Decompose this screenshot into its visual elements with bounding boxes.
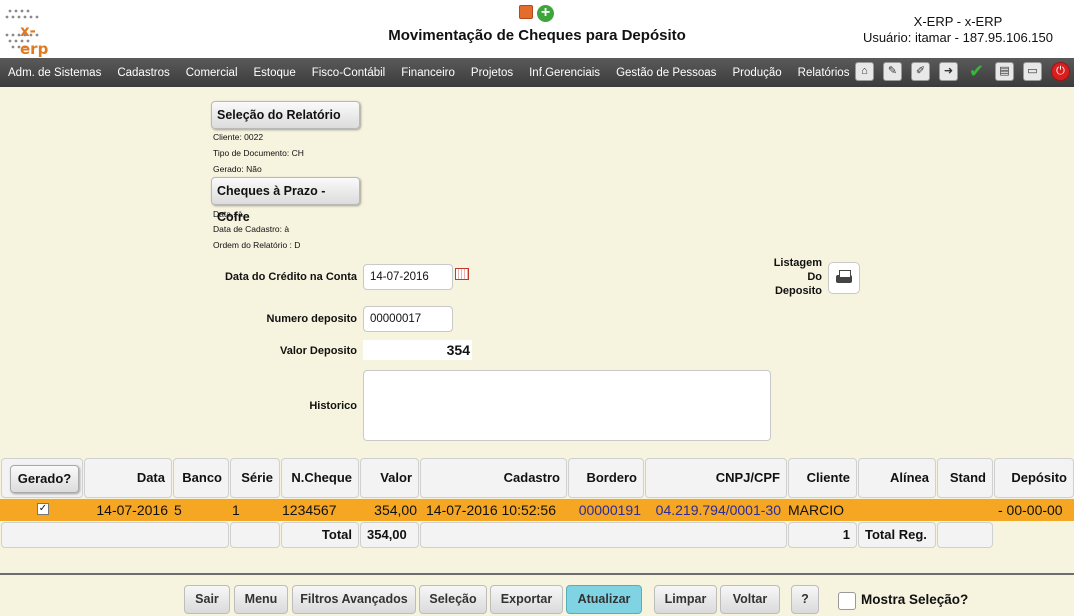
menu-comercial[interactable]: Comercial xyxy=(178,67,246,79)
filter-cliente: Cliente: 0022 xyxy=(213,132,264,142)
add-icon[interactable]: + xyxy=(537,5,554,22)
valor-deposito-value: 354 xyxy=(363,340,472,360)
cell-banco: 5 xyxy=(174,502,182,518)
calendar-icon[interactable] xyxy=(455,268,469,280)
col-cliente[interactable]: Cliente xyxy=(788,458,857,498)
filter-data: Data : à xyxy=(213,209,243,219)
menu-projetos[interactable]: Projetos xyxy=(463,67,521,79)
totals-label: Total xyxy=(281,522,359,548)
listagem-line2: Do xyxy=(807,271,822,283)
menu-icons: ⌂ ✎ ✐ ➜ ✔ ▤ ▭ ⏻ xyxy=(855,62,1070,81)
totals-blank-4 xyxy=(937,522,993,548)
col-gerado: Gerado? xyxy=(1,458,83,498)
user-info: X-ERP - x-ERP Usuário: itamar - 187.95.1… xyxy=(863,14,1053,46)
col-data[interactable]: Data xyxy=(84,458,172,498)
header: x-erp + Movimentação de Cheques para Dep… xyxy=(0,0,1074,58)
col-deposito[interactable]: Depósito xyxy=(994,458,1074,498)
data-credito-input[interactable]: 14-07-2016 xyxy=(363,264,453,290)
row-checkbox[interactable]: ✓ xyxy=(37,503,49,515)
col-banco[interactable]: Banco xyxy=(173,458,229,498)
home-icon[interactable]: ⌂ xyxy=(855,62,874,81)
cell-cnpj: 04.219.794/0001-30 xyxy=(655,502,781,518)
filter-ordem: Ordem do Relatório : D xyxy=(213,240,301,250)
listagem-deposito-label: Listagem Do Deposito xyxy=(770,256,822,298)
user-name: Usuário: itamar - 187.95.106.150 xyxy=(862,30,1053,45)
export-icon[interactable]: ➜ xyxy=(939,62,958,81)
cheques-prazo-button[interactable]: Cheques à Prazo - Cofre xyxy=(211,177,360,224)
selecao-button[interactable]: Seleção xyxy=(419,585,487,614)
historico-textarea[interactable] xyxy=(363,370,771,441)
help-button[interactable]: ? xyxy=(791,585,819,614)
document-icon[interactable]: ▤ xyxy=(995,62,1014,81)
print-deposito-button[interactable] xyxy=(828,262,860,294)
cell-cadastro: 14-07-2016 10:52:56 xyxy=(426,502,556,518)
cell-data: 14-07-2016 xyxy=(96,502,168,518)
filter-data-cadastro: Data de Cadastro: à xyxy=(213,224,290,234)
top-icons: + xyxy=(519,5,554,22)
totals-blank-3 xyxy=(420,522,787,548)
filter-gerado: Gerado: Não xyxy=(213,164,262,174)
print-icon[interactable]: ▭ xyxy=(1023,62,1042,81)
edit-doc-icon[interactable]: ✐ xyxy=(911,62,930,81)
menu-relatorios[interactable]: Relatórios xyxy=(790,67,858,79)
mostra-selecao-label: Mostra Seleção? xyxy=(861,592,969,607)
col-valor[interactable]: Valor xyxy=(360,458,419,498)
listagem-line3: Deposito xyxy=(774,285,822,297)
totals-reg-label: Total Reg. xyxy=(858,522,936,548)
col-ncheque[interactable]: N.Cheque xyxy=(281,458,359,498)
menu-fisco-contabil[interactable]: Fisco-Contábil xyxy=(304,67,394,79)
cell-bordero[interactable]: 00000191 xyxy=(568,499,645,521)
totals-blank xyxy=(1,522,229,548)
historico-label: Historico xyxy=(309,400,357,412)
menu-adm-sistemas[interactable]: Adm. de Sistemas xyxy=(0,67,109,79)
numero-deposito-input[interactable]: 00000017 xyxy=(363,306,453,332)
numero-deposito-label: Numero deposito xyxy=(266,313,357,325)
menu-producao[interactable]: Produção xyxy=(724,67,789,79)
pdf-icon[interactable] xyxy=(519,5,533,19)
cell-deposito: - 00-00-00 xyxy=(998,502,1063,518)
mostra-selecao-checkbox[interactable] xyxy=(838,592,856,610)
totals-valor: 354,00 xyxy=(360,522,419,548)
edit-icon[interactable]: ✎ xyxy=(883,62,902,81)
check-icon[interactable]: ✔ xyxy=(967,62,986,81)
system-name: X-ERP - x-ERP xyxy=(913,14,1003,29)
gerado-button[interactable]: Gerado? xyxy=(10,465,79,493)
listagem-line1: Listagem xyxy=(773,257,822,269)
table-row[interactable]: ✓ 14-07-2016 5 1 1234567 354,00 14-07-20… xyxy=(0,499,1074,521)
voltar-button[interactable]: Voltar xyxy=(720,585,780,614)
col-stand[interactable]: Stand xyxy=(937,458,993,498)
footer-divider xyxy=(0,573,1074,575)
totals-blank-2 xyxy=(230,522,280,548)
totals-count: 1 xyxy=(788,522,857,548)
atualizar-button[interactable]: Atualizar xyxy=(566,585,642,614)
col-alinea[interactable]: Alínea xyxy=(858,458,936,498)
menu-estoque[interactable]: Estoque xyxy=(246,67,304,79)
selecao-relatorio-button[interactable]: Seleção do Relatório xyxy=(211,101,360,129)
cell-alinea xyxy=(858,499,936,521)
table-header: Gerado? Data Banco Série N.Cheque Valor … xyxy=(0,458,1074,498)
cell-valor: 354,00 xyxy=(374,502,417,518)
col-bordero[interactable]: Bordero xyxy=(568,458,644,498)
cell-stand xyxy=(937,499,993,521)
exportar-button[interactable]: Exportar xyxy=(490,585,563,614)
cell-cliente: MARCIO xyxy=(788,502,844,518)
menu-cadastros[interactable]: Cadastros xyxy=(109,67,177,79)
menu-inf-gerenciais[interactable]: Inf.Gerenciais xyxy=(521,67,608,79)
cell-ncheque: 1234567 xyxy=(282,502,337,518)
data-credito-label: Data do Crédito na Conta xyxy=(224,271,357,283)
cell-serie: 1 xyxy=(232,502,240,518)
valor-deposito-label: Valor Deposito xyxy=(279,345,357,357)
menu-button[interactable]: Menu xyxy=(234,585,288,614)
menu-financeiro[interactable]: Financeiro xyxy=(393,67,463,79)
col-cadastro[interactable]: Cadastro xyxy=(420,458,567,498)
main-menu: Adm. de Sistemas Cadastros Comercial Est… xyxy=(0,58,1074,87)
filter-tipo-documento: Tipo de Documento: CH xyxy=(213,148,304,158)
filtros-avancados-button[interactable]: Filtros Avançados xyxy=(292,585,416,614)
power-icon[interactable]: ⏻ xyxy=(1051,62,1070,81)
limpar-button[interactable]: Limpar xyxy=(654,585,717,614)
col-cnpj[interactable]: CNPJ/CPF xyxy=(645,458,787,498)
menu-gestao-pessoas[interactable]: Gestão de Pessoas xyxy=(608,67,724,79)
sair-button[interactable]: Sair xyxy=(184,585,230,614)
col-serie[interactable]: Série xyxy=(230,458,280,498)
